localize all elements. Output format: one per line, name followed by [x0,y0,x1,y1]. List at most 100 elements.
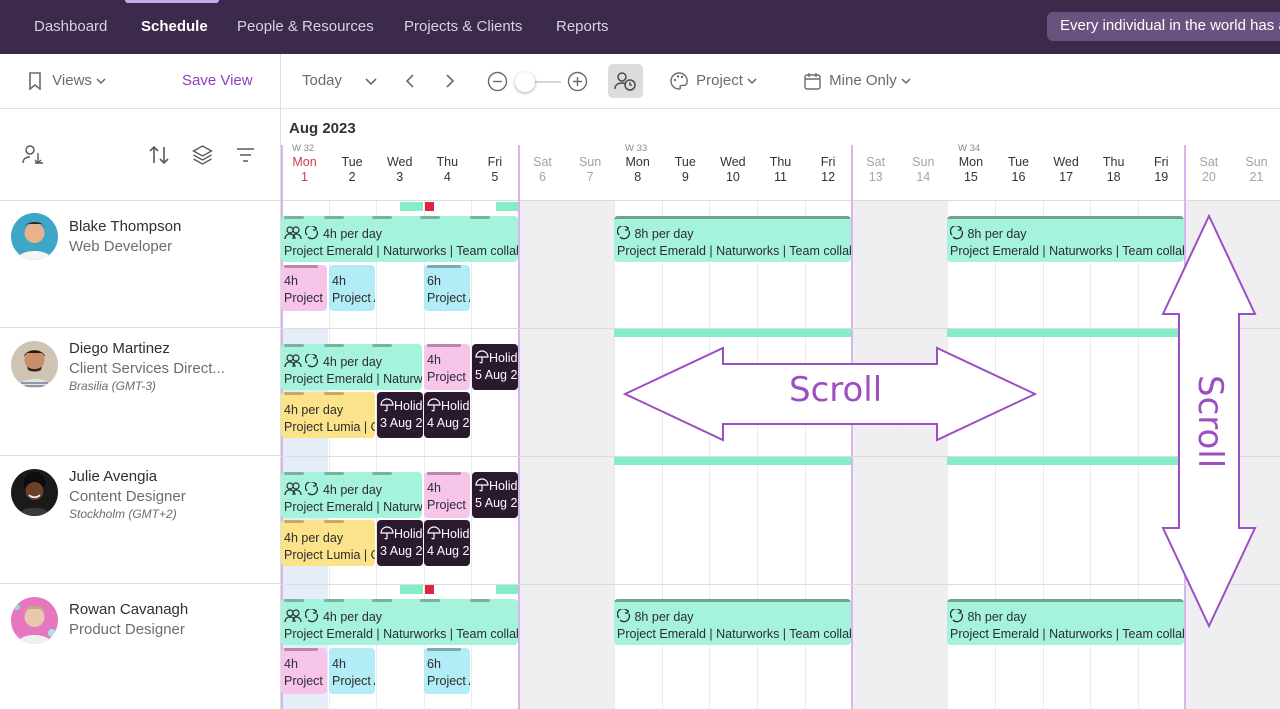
person-role: Client Services Direct... [69,360,225,377]
day-header[interactable]: Mon 15 [947,155,994,185]
day-of-week: Sun [578,155,602,169]
filter-button[interactable] [236,147,255,168]
day-header[interactable]: Thu 18 [1090,155,1137,185]
day-header[interactable]: Sun 21 [1233,155,1280,185]
project-color-dropdown[interactable]: Project [670,72,757,90]
assignment-block[interactable]: 4h per day Project Lumia | O [281,520,375,566]
assignment-block[interactable]: 4h per day Project Emerald | Naturwo [281,344,422,390]
assignment-block[interactable]: 4h per day Project Emerald | Naturworks … [281,216,518,262]
today-button[interactable]: Today [302,72,342,89]
assignment-block[interactable]: 4h Project A [329,648,375,694]
assignment-block[interactable]: 4h per day Project Emerald | Naturworks … [281,599,518,645]
week-label: W 34 [958,143,981,154]
block-cap [420,599,440,602]
assignment-block[interactable]: 8h per day Project Emerald | Naturworks … [947,599,1184,645]
person-role: Content Designer [69,488,186,505]
assignment-block[interactable]: 4h per day Project Emerald | Naturwo [281,472,422,518]
day-of-week: Tue [341,155,363,169]
person-name: Blake Thompson [69,218,182,235]
person-timezone: Brasilia (GMT-3) [69,379,156,393]
assignment-block[interactable]: 4h Project B [281,648,327,694]
today-dropdown-chevron[interactable] [365,72,377,89]
person-row[interactable]: Julie Avengia Content Designer Stockholm… [0,457,280,584]
block-hours: 8h per day [634,227,694,241]
announcement-banner[interactable]: Every individual in the world has a [1047,12,1280,41]
day-header[interactable]: Mon 1 [281,155,328,185]
day-header[interactable]: Tue 2 [329,155,376,185]
availability-marker [496,202,518,211]
next-button[interactable] [445,72,455,89]
block-cap [284,599,304,602]
day-header[interactable]: Tue 16 [995,155,1042,185]
holiday-block[interactable]: Holiday 4 Aug 2023 [424,520,470,566]
zoom-in-button[interactable] [567,71,588,92]
person-row[interactable]: Rowan Cavanagh Product Designer [0,585,280,709]
holiday-block[interactable]: Holiday 5 Aug 2023 [472,344,518,390]
nav-schedule[interactable]: Schedule [141,18,208,35]
repeat-icon [305,225,319,240]
assignment-block[interactable]: 4h Project B [424,472,470,518]
assignment-block[interactable]: 8h per day Project Emerald | Naturworks … [614,216,851,262]
add-person-button[interactable] [22,144,45,170]
assignment-block[interactable]: 4h Project A [329,265,375,311]
assignment-block[interactable]: 8h per day Project Emerald | Naturworks … [947,216,1184,262]
day-header[interactable]: Sun 14 [900,155,947,185]
person-row[interactable]: Blake Thompson Web Developer [0,201,280,328]
assignment-block[interactable]: 8h per day Project Emerald | Naturworks … [614,599,851,645]
avatar [11,341,58,388]
overbooked-marker [425,585,434,594]
day-of-week: Wed [720,155,746,169]
day-number: 8 [634,170,642,184]
zoom-out-icon [487,71,508,92]
assignment-block[interactable]: 6h Project A [424,648,470,694]
assignment-block[interactable]: 6h Project A [424,265,470,311]
holiday-block[interactable]: Holiday 3 Aug 2023 [377,520,423,566]
views-dropdown[interactable]: Views [28,72,106,91]
day-of-week: Fri [487,155,503,169]
day-header[interactable]: Thu 4 [424,155,471,185]
day-number: 21 [1249,170,1264,184]
holiday-block[interactable]: Holiday 5 Aug 2023 [472,472,518,518]
nav-people-resources[interactable]: People & Resources [237,18,374,35]
zoom-out-button[interactable] [487,71,508,92]
person-row[interactable]: Diego Martinez Client Services Direct...… [0,329,280,456]
day-header[interactable]: Sun 7 [567,155,614,185]
day-of-week: Thu [1102,155,1125,169]
block-cap [614,216,851,219]
active-tab-indicator [125,0,219,3]
nav-dashboard[interactable]: Dashboard [34,18,107,35]
sort-button[interactable] [148,145,170,170]
day-of-week: Sun [1245,155,1268,169]
chevron-down-icon [365,78,377,86]
holiday-block[interactable]: Holiday 3 Aug 2023 [377,392,423,438]
user-sort-icon [22,145,43,164]
assignment-block[interactable]: 4h Project B [424,344,470,390]
day-header[interactable]: Fri 19 [1138,155,1185,185]
day-header[interactable]: Fri 5 [471,155,518,185]
save-view-button[interactable]: Save View [182,72,253,89]
person-role: Product Designer [69,621,185,638]
people-view-toggle[interactable] [608,64,643,98]
layers-button[interactable] [192,145,213,170]
day-header[interactable]: Mon 8 [614,155,661,185]
day-header[interactable]: Thu 11 [757,155,804,185]
holiday-block[interactable]: Holiday 4 Aug 2023 [424,392,470,438]
assignment-block[interactable]: 4h per day Project Lumia | O [281,392,375,438]
mine-only-dropdown[interactable]: Mine Only [804,72,911,90]
views-label: Views [52,72,92,89]
day-header[interactable]: Wed 17 [1043,155,1090,185]
day-header[interactable]: Tue 9 [662,155,709,185]
day-header[interactable]: Sat 13 [852,155,899,185]
day-header[interactable]: Sat 6 [519,155,566,185]
day-header[interactable]: Fri 12 [805,155,852,185]
assignment-block[interactable]: 4h Project B [281,265,327,311]
nav-projects-clients[interactable]: Projects & Clients [404,18,522,35]
day-header[interactable]: Sat 20 [1185,155,1232,185]
previous-button[interactable] [405,72,415,89]
zoom-slider-handle[interactable] [515,72,535,92]
day-of-week: Thu [769,155,792,169]
day-header[interactable]: Wed 3 [376,155,423,185]
nav-reports[interactable]: Reports [556,18,609,35]
day-header[interactable]: Wed 10 [709,155,756,185]
day-of-week: Thu [436,155,459,169]
